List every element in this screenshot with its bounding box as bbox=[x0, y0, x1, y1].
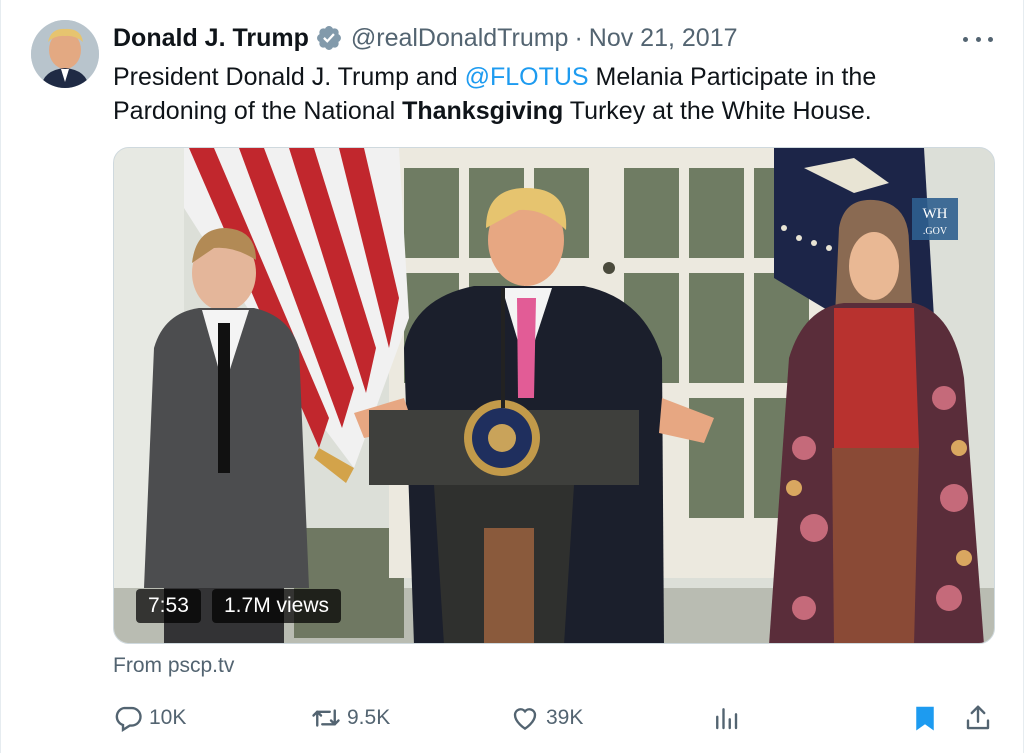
analytics-icon bbox=[716, 708, 738, 730]
like-count: 39K bbox=[546, 706, 584, 729]
reply-icon bbox=[115, 706, 142, 733]
verified-badge-icon bbox=[315, 24, 343, 52]
like-button[interactable]: 39K bbox=[510, 700, 583, 736]
tweet-date[interactable]: Nov 21, 2017 bbox=[589, 24, 738, 53]
reply-button[interactable]: 10K bbox=[113, 700, 186, 736]
bookmark-icon bbox=[916, 706, 934, 731]
retweet-icon bbox=[312, 709, 340, 727]
media-source[interactable]: From pscp.tv bbox=[113, 654, 234, 678]
author-name[interactable]: Donald J. Trump bbox=[113, 24, 309, 53]
mention-link[interactable]: @FLOTUS bbox=[465, 63, 589, 91]
watermark-line1: WH bbox=[923, 206, 948, 222]
action-bar: 10K 9.5K 39K bbox=[113, 700, 995, 736]
tweet-header: Donald J. Trump @realDonaldTrump · Nov 2… bbox=[113, 22, 738, 54]
tweet-text: President Donald J. Trump and @FLOTUS Me… bbox=[113, 60, 973, 128]
reply-count: 10K bbox=[149, 706, 187, 729]
video-views: 1.7M views bbox=[212, 589, 342, 623]
share-icon bbox=[966, 705, 990, 730]
separator-dot: · bbox=[574, 23, 583, 52]
watermark-line2: .GOV bbox=[923, 226, 948, 237]
tweet-card[interactable]: Donald J. Trump @realDonaldTrump · Nov 2… bbox=[0, 0, 1024, 753]
avatar[interactable] bbox=[31, 20, 99, 88]
tweet-text-part: Turkey at the White House. bbox=[563, 97, 872, 125]
more-icon[interactable] bbox=[963, 30, 993, 48]
video-frame: WH .GOV bbox=[114, 148, 994, 643]
tweet-text-bold: Thanksgiving bbox=[402, 97, 564, 125]
retweet-count: 9.5K bbox=[347, 706, 391, 729]
video-duration: 7:53 bbox=[136, 589, 201, 623]
heart-icon bbox=[513, 708, 537, 731]
retweet-button[interactable]: 9.5K bbox=[311, 700, 390, 736]
author-handle[interactable]: @realDonaldTrump bbox=[351, 24, 569, 53]
whgov-watermark: WH .GOV bbox=[912, 198, 958, 240]
video-player[interactable]: WH .GOV 7:53 1.7M views bbox=[113, 147, 995, 644]
tweet-text-part: President Donald J. Trump and bbox=[113, 63, 465, 91]
views-button[interactable] bbox=[711, 700, 747, 736]
bookmark-button[interactable] bbox=[910, 700, 946, 736]
share-button[interactable] bbox=[963, 700, 999, 736]
